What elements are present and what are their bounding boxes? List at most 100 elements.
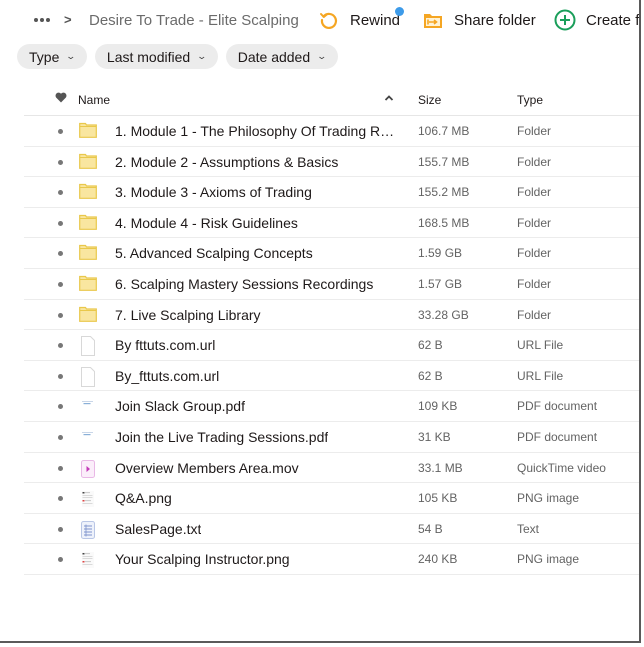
star-toggle-dot[interactable]	[58, 526, 63, 532]
file-name[interactable]: Your Scalping Instructor.png	[115, 551, 290, 567]
table-row[interactable]: By fttuts.com.url 62 B URL File	[24, 330, 639, 361]
column-header-name[interactable]: Name	[78, 93, 110, 107]
breadcrumb-current-folder[interactable]: Desire To Trade - Elite Scalping	[89, 12, 299, 29]
file-size: 168.5 MB	[418, 215, 470, 230]
file-type: PNG image	[517, 552, 580, 567]
file-name[interactable]: 6. Scalping Mastery Sessions Recordings	[115, 276, 373, 292]
star-toggle-dot[interactable]	[58, 190, 63, 196]
share-folder-label: Share folder	[454, 11, 536, 29]
star-toggle-dot[interactable]	[58, 281, 63, 287]
file-name[interactable]: 7. Live Scalping Library	[115, 307, 261, 323]
file-name[interactable]: 2. Module 2 - Assumptions & Basics	[115, 154, 338, 170]
create-folder-label: Create fo	[586, 11, 640, 29]
star-toggle-dot[interactable]	[58, 465, 63, 471]
folder-icon	[79, 183, 97, 201]
column-header-size[interactable]: Size	[418, 93, 441, 107]
table-row[interactable]: 3. Module 3 - Axioms of Trading 155.2 MB…	[24, 177, 639, 208]
file-name[interactable]: By fttuts.com.url	[115, 337, 215, 353]
table-row[interactable]: 2. Module 2 - Assumptions & Basics 155.7…	[24, 147, 639, 178]
filter-bar: Type ⌄ Last modified ⌄ Date added ⌄	[17, 44, 338, 69]
rewind-button[interactable]: Rewind	[318, 9, 400, 31]
file-name[interactable]: 3. Module 3 - Axioms of Trading	[115, 184, 312, 200]
breadcrumb-separator-chevron-icon: >	[64, 12, 72, 27]
filter-type[interactable]: Type ⌄	[17, 44, 87, 69]
filter-last-modified[interactable]: Last modified ⌄	[94, 44, 218, 69]
image-thumbnail-icon	[79, 489, 97, 508]
table-row[interactable]: Your Scalping Instructor.png 240 KB PNG …	[24, 544, 639, 575]
file-name[interactable]: Q&A.png	[115, 490, 172, 506]
filter-date-added[interactable]: Date added ⌄	[225, 44, 338, 69]
file-type: Folder	[517, 154, 552, 169]
file-name[interactable]: By_fttuts.com.url	[115, 368, 219, 384]
folder-icon	[79, 306, 97, 324]
dot	[40, 18, 44, 22]
file-type: Folder	[517, 246, 552, 261]
star-toggle-dot[interactable]	[58, 220, 63, 226]
filter-label: Date added	[237, 48, 311, 65]
star-toggle-dot[interactable]	[58, 434, 63, 440]
star-toggle-dot[interactable]	[58, 373, 63, 379]
file-size: 33.1 MB	[418, 460, 463, 475]
chevron-down-icon: ⌄	[196, 51, 208, 61]
star-toggle-dot[interactable]	[58, 312, 63, 318]
star-toggle-dot[interactable]	[58, 343, 63, 349]
file-size: 106.7 MB	[418, 124, 470, 138]
table-row[interactable]: Overview Members Area.mov 33.1 MB QuickT…	[24, 453, 639, 484]
folder-icon	[79, 122, 97, 140]
table-row[interactable]: 5. Advanced Scalping Concepts 1.59 GB Fo…	[24, 238, 639, 269]
star-toggle-dot[interactable]	[58, 159, 63, 165]
heart-icon[interactable]	[55, 92, 67, 106]
table-header: Name Size Type	[24, 84, 639, 116]
file-name[interactable]: SalesPage.txt	[115, 521, 201, 537]
file-size: 109 KB	[418, 399, 458, 414]
rewind-icon	[318, 9, 340, 31]
file-name[interactable]: Overview Members Area.mov	[115, 460, 299, 476]
file-size: 54 B	[418, 521, 443, 536]
file-type: QuickTime video	[517, 460, 606, 475]
file-name[interactable]: Join Slack Group.pdf	[115, 398, 245, 414]
file-size: 105 KB	[418, 491, 458, 506]
table-row[interactable]: 7. Live Scalping Library 33.28 GB Folder	[24, 300, 639, 331]
file-table: Name Size Type 1. Module 1 - The Philoso…	[24, 84, 639, 575]
table-row[interactable]: By_fttuts.com.url 62 B URL File	[24, 361, 639, 392]
table-row[interactable]: 6. Scalping Mastery Sessions Recordings …	[24, 269, 639, 300]
star-toggle-dot[interactable]	[58, 129, 63, 134]
pdf-thumbnail-icon	[79, 428, 97, 446]
star-toggle-dot[interactable]	[58, 404, 63, 410]
table-row[interactable]: 1. Module 1 - The Philosophy Of Trading …	[24, 116, 639, 147]
dot	[34, 18, 38, 22]
file-name[interactable]: 4. Module 4 - Risk Guidelines	[115, 215, 298, 231]
file-name[interactable]: Join the Live Trading Sessions.pdf	[115, 429, 328, 445]
file-type: Text	[517, 521, 540, 536]
file-type: PDF document	[517, 399, 598, 414]
chevron-down-icon: ⌄	[316, 51, 328, 61]
folder-icon	[79, 214, 97, 232]
sort-ascending-icon[interactable]	[384, 91, 394, 105]
table-row[interactable]: 4. Module 4 - Risk Guidelines 168.5 MB F…	[24, 208, 639, 239]
breadcrumb-more-button[interactable]	[32, 10, 52, 30]
blank-file-icon	[79, 336, 97, 357]
table-row[interactable]: Join the Live Trading Sessions.pdf 31 KB…	[24, 422, 639, 453]
file-type: Folder	[517, 185, 552, 200]
file-name[interactable]: 1. Module 1 - The Philosophy Of Trading …	[115, 123, 400, 139]
rewind-label: Rewind	[350, 11, 401, 29]
filter-label: Type	[29, 48, 60, 65]
dot	[46, 18, 50, 22]
image-thumbnail-icon	[79, 550, 97, 569]
file-size: 1.59 GB	[418, 246, 463, 261]
star-toggle-dot[interactable]	[58, 557, 63, 563]
star-toggle-dot[interactable]	[58, 251, 63, 257]
video-file-icon	[79, 459, 97, 478]
table-row[interactable]: SalesPage.txt 54 B Text	[24, 514, 639, 545]
share-folder-button[interactable]: Share folder	[422, 9, 536, 31]
table-row[interactable]: Q&A.png 105 KB PNG image	[24, 483, 639, 514]
table-row[interactable]: Join Slack Group.pdf 109 KB PDF document	[24, 391, 639, 422]
text-file-icon	[79, 520, 97, 539]
file-size: 155.2 MB	[418, 185, 470, 200]
create-folder-button[interactable]: Create fo	[554, 9, 640, 31]
file-type: PDF document	[517, 429, 598, 444]
column-header-type[interactable]: Type	[517, 93, 543, 107]
star-toggle-dot[interactable]	[58, 496, 63, 502]
file-type: Folder	[517, 276, 552, 291]
file-name[interactable]: 5. Advanced Scalping Concepts	[115, 245, 313, 261]
